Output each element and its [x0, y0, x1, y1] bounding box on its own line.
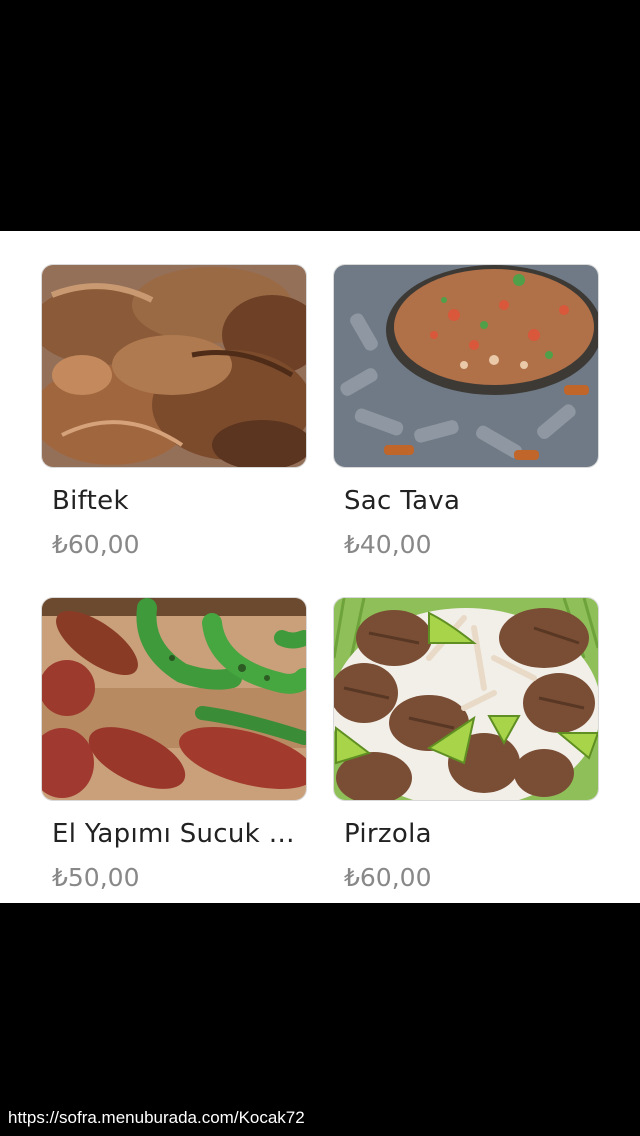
sac-tava-photo[interactable]	[333, 264, 599, 468]
bottom-letterbox: https://sofra.menuburada.com/Kocak72	[0, 903, 640, 1136]
menu-item-card[interactable]: Sac Tava ₺40,00	[333, 264, 599, 559]
item-name[interactable]: Biftek	[52, 486, 302, 516]
item-price: ₺50,00	[52, 863, 140, 892]
item-price: ₺60,00	[344, 863, 432, 892]
menu-item-card[interactable]: Biftek ₺60,00	[41, 264, 307, 559]
steak-photo[interactable]	[41, 264, 307, 468]
top-letterbox	[0, 0, 640, 231]
sucuk-photo[interactable]	[41, 597, 307, 801]
page-url: https://sofra.menuburada.com/Kocak72	[8, 1108, 305, 1127]
lamb-chops-photo[interactable]	[333, 597, 599, 801]
menu-grid: Biftek ₺60,00 Sac Tava ₺40,00 El Yapımı …	[0, 231, 640, 903]
item-name[interactable]: El Yapımı Sucuk I...	[52, 819, 302, 849]
item-name[interactable]: Pirzola	[344, 819, 594, 849]
item-price: ₺60,00	[52, 530, 140, 559]
menu-item-card[interactable]: El Yapımı Sucuk I... ₺50,00	[41, 597, 307, 892]
item-name[interactable]: Sac Tava	[344, 486, 594, 516]
menu-item-card[interactable]: Pirzola ₺60,00	[333, 597, 599, 892]
item-price: ₺40,00	[344, 530, 432, 559]
